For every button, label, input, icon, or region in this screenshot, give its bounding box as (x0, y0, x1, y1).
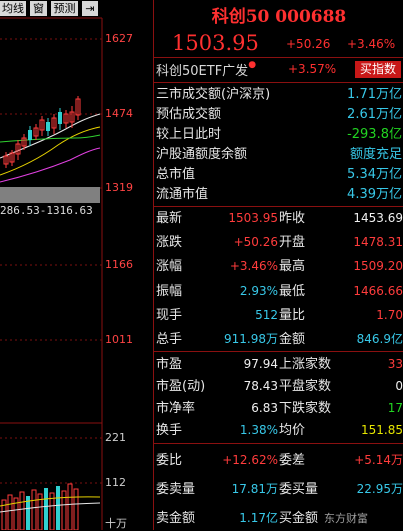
stat-label: 最高 (279, 259, 306, 274)
price-tick-label: 1011 (105, 333, 133, 346)
divider (154, 206, 403, 207)
order-value: 22.95万 (356, 482, 403, 496)
ma-line-magenta (0, 147, 101, 183)
valuation-value: 151.85 (361, 423, 403, 437)
volume-unit-label: 十万 (105, 517, 127, 530)
current-price: 1503.95 (172, 31, 259, 55)
divider (154, 443, 403, 444)
order-label: 委差 (279, 453, 306, 468)
valuation-value: 6.83 (251, 401, 278, 415)
stat-label: 总手 (156, 332, 183, 347)
market-value: 1.71万亿 (347, 87, 402, 102)
valuation-label: 下跌家数 (279, 401, 332, 416)
kline-panel[interactable]: 均线 窗 预测 ⇥ 1627 1474 1319 1166 1011 221 1… (0, 0, 153, 530)
quote-panel: 科创50 000688 1503.95 +50.26 +3.46% 科创50ET… (153, 0, 403, 530)
stat-label: 金额 (279, 332, 306, 347)
order-value: 1.17亿 (239, 511, 278, 525)
stat-label: 开盘 (279, 235, 306, 250)
market-value: 4.39万亿 (347, 187, 402, 202)
order-label: 买金额 (279, 511, 319, 526)
stat-value: 846.9亿 (356, 332, 403, 346)
valuation-label: 上涨家数 (279, 357, 332, 372)
price-tick-label: 1627 (105, 32, 133, 45)
market-label: 沪股通额度余额 (156, 147, 248, 162)
etf-label[interactable]: 科创50ETF广发● (156, 60, 256, 79)
divider (154, 82, 403, 83)
price-tick-label: 1474 (105, 107, 133, 120)
watermark: 东方财富 (324, 512, 368, 525)
valuation-label: 市盈(动) (156, 379, 206, 394)
volume-tick-label: 221 (105, 431, 126, 444)
stat-label: 最低 (279, 284, 306, 299)
ma-line-green (0, 134, 101, 143)
order-label: 卖金额 (156, 511, 196, 526)
valuation-label: 均价 (279, 423, 306, 438)
buy-index-button[interactable]: 买指数 (355, 61, 401, 78)
valuation-value: 78.43 (243, 379, 278, 393)
valuation-label: 平盘家数 (279, 379, 332, 394)
stat-label: 量比 (279, 308, 306, 323)
window-button[interactable]: 窗 (30, 1, 47, 16)
valuation-value: 33 (387, 357, 403, 371)
stat-value: 1509.20 (353, 259, 403, 273)
market-value: -293.8亿 (347, 127, 402, 142)
valuation-label: 换手 (156, 423, 183, 438)
stat-value: 512 (255, 308, 278, 322)
etf-dot-icon: ● (248, 60, 257, 70)
market-label: 三市成交额(沪深京) (156, 87, 271, 102)
price-band (0, 187, 100, 203)
market-label: 流通市值 (156, 187, 209, 202)
stat-value: 1.70 (376, 308, 403, 322)
divider (154, 57, 403, 58)
valuation-value: 0 (395, 379, 403, 393)
market-label: 较上日此时 (156, 127, 222, 142)
valuation-value: 97.94 (243, 357, 278, 371)
stat-value: +50.26 (233, 235, 278, 249)
stat-label: 现手 (156, 308, 183, 323)
ma-line-white (0, 113, 101, 159)
stat-label: 昨收 (279, 211, 306, 226)
ma-button[interactable]: 均线 (0, 1, 26, 16)
stat-label: 振幅 (156, 284, 183, 299)
order-value: 17.81万 (231, 482, 278, 496)
stat-value: 1503.95 (228, 211, 278, 225)
valuation-value: 1.38% (239, 423, 278, 437)
price-change-pct: +3.46% (347, 37, 396, 51)
valuation-label: 市净率 (156, 401, 196, 416)
forecast-button[interactable]: 预测 (51, 1, 78, 16)
stock-title: 科创50 000688 (211, 7, 347, 27)
stat-value: 1466.66 (353, 284, 403, 298)
stat-value: 911.98万 (224, 332, 278, 346)
order-value: +12.62% (222, 453, 278, 467)
market-value: 5.34万亿 (347, 167, 402, 182)
stat-label: 涨跌 (156, 235, 183, 250)
range-label: 286.53-1316.63 (0, 204, 93, 217)
volume-tick-label: 112 (105, 476, 126, 489)
stat-label: 涨幅 (156, 259, 183, 274)
price-tick-label: 1166 (105, 258, 133, 271)
order-label: 委卖量 (156, 482, 196, 497)
valuation-value: 17 (387, 401, 403, 415)
order-value: +5.14万 (354, 453, 403, 467)
stat-value: 1478.31 (353, 235, 403, 249)
etf-change-pct: +3.57% (288, 62, 337, 76)
order-label: 委比 (156, 453, 183, 468)
stat-value: 1453.69 (353, 211, 403, 225)
market-value: 2.61万亿 (347, 107, 402, 122)
price-tick-label: 1319 (105, 181, 133, 194)
stat-label: 最新 (156, 211, 183, 226)
market-value: 额度充足 (349, 147, 402, 162)
market-label: 总市值 (156, 167, 196, 182)
price-change: +50.26 (286, 37, 331, 51)
stat-value: +3.46% (229, 259, 278, 273)
etf-name: 科创50ETF广发 (156, 64, 249, 79)
stat-value: 2.93% (239, 284, 278, 298)
order-label: 委买量 (279, 482, 319, 497)
valuation-label: 市盈 (156, 357, 183, 372)
candlesticks (3, 96, 81, 168)
divider (154, 351, 403, 352)
exit-arrow-icon[interactable]: ⇥ (82, 1, 98, 16)
market-label: 预估成交额 (156, 107, 222, 122)
